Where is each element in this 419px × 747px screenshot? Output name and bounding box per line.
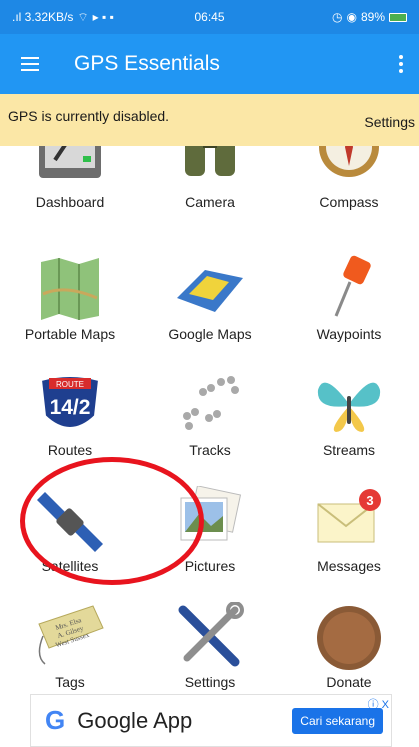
tile-label: Tags [55, 674, 85, 690]
messages-badge: 3 [366, 493, 373, 508]
dashboard-icon [39, 146, 101, 178]
tile-portable-maps[interactable]: Portable Maps [0, 248, 140, 364]
ad-banner[interactable]: G Google App Cari sekarang ⓘ X [30, 694, 392, 747]
battery-icon [389, 12, 407, 22]
alarm-icon: ◷ [332, 10, 343, 24]
tile-dashboard[interactable]: Dashboard [0, 146, 140, 222]
tile-settings[interactable]: Settings [140, 596, 280, 694]
tile-label: Pictures [184, 558, 236, 574]
tile-label: Compass [319, 194, 379, 210]
status-right: ◷ ◉ 89% [332, 10, 407, 24]
tile-compass[interactable]: Compass [279, 146, 419, 222]
tools-icon [178, 602, 244, 667]
app-title: GPS Essentials [74, 52, 220, 75]
wifi-icon: ⌔ [77, 9, 89, 24]
tile-label: Google Maps [168, 326, 252, 342]
hamburger-menu-icon[interactable] [0, 34, 60, 94]
eye-icon: ◉ [346, 10, 357, 24]
status-bar: .ıl 3.32KB/s ⌔ ▸ ▪ ▪ 06:45 ◷ ◉ 89% [0, 0, 419, 34]
binoculars-icon [185, 146, 235, 176]
tile-label: Tracks [189, 442, 231, 458]
route-shield-top: ROUTE [56, 380, 84, 389]
tile-label: Messages [317, 558, 381, 574]
tile-label: Settings [184, 674, 236, 690]
tile-satellites[interactable]: Satellites [0, 480, 140, 596]
network-speed: .ıl 3.32KB/s [12, 10, 74, 24]
tile-tracks[interactable]: Tracks [140, 364, 280, 480]
tile-waypoints[interactable]: Waypoints [279, 248, 419, 364]
tile-donate[interactable]: Donate [279, 596, 419, 694]
app-bar: GPS Essentials [0, 34, 419, 94]
satellite-icon [37, 492, 103, 552]
pushpin-icon [334, 255, 371, 317]
feature-grid: Dashboard Camera Compass Portable Maps G… [0, 146, 419, 694]
tag-icon: Mrs. Elsa A. Gilsey West Sussex [38, 605, 104, 665]
tile-routes[interactable]: ROUTE 14/2 Routes [0, 364, 140, 480]
overflow-menu-icon[interactable] [383, 34, 419, 94]
envelope-icon: 3 [317, 489, 381, 543]
tile-label: Satellites [41, 558, 99, 574]
tile-label: Routes [47, 442, 93, 458]
tile-streams[interactable]: Streams [279, 364, 419, 480]
tile-google-maps[interactable]: Google Maps [140, 248, 280, 364]
tile-messages[interactable]: 3 Messages [279, 480, 419, 596]
tile-label: Camera [185, 194, 235, 210]
banner-message: GPS is currently disabled. [8, 108, 170, 124]
route-shield-icon: ROUTE 14/2 [39, 375, 101, 429]
compass-icon [319, 146, 379, 177]
photos-icon [180, 486, 242, 541]
folded-map-icon [41, 258, 99, 320]
tile-label: Streams [322, 442, 376, 458]
google-logo-icon: G [45, 705, 66, 735]
tile-camera[interactable]: Camera [140, 146, 280, 222]
status-left: .ıl 3.32KB/s ⌔ ▸ ▪ ▪ [12, 10, 332, 25]
tile-label: Portable Maps [24, 326, 116, 342]
tile-pictures[interactable]: Pictures [140, 480, 280, 596]
butterfly-icon [317, 382, 381, 432]
notification-icons: ▸ ▪ ▪ [92, 10, 114, 24]
ad-info-close-icon[interactable]: ⓘ X [368, 696, 389, 712]
banner-settings-button[interactable]: Settings [364, 114, 415, 130]
route-shield-number: 14/2 [50, 396, 91, 419]
paw-tracks-icon [183, 376, 239, 430]
battery-percent: 89% [360, 10, 385, 24]
tile-label: Donate [326, 674, 372, 690]
tile-label: Waypoints [316, 326, 382, 342]
tile-label: Dashboard [35, 194, 105, 210]
ad-title: Google App [77, 707, 193, 733]
tile-tags[interactable]: Mrs. Elsa A. Gilsey West Sussex Tags [0, 596, 140, 694]
map-icon [177, 270, 243, 312]
gps-disabled-banner: GPS is currently disabled. Settings [0, 94, 419, 146]
coin-icon [317, 606, 381, 670]
